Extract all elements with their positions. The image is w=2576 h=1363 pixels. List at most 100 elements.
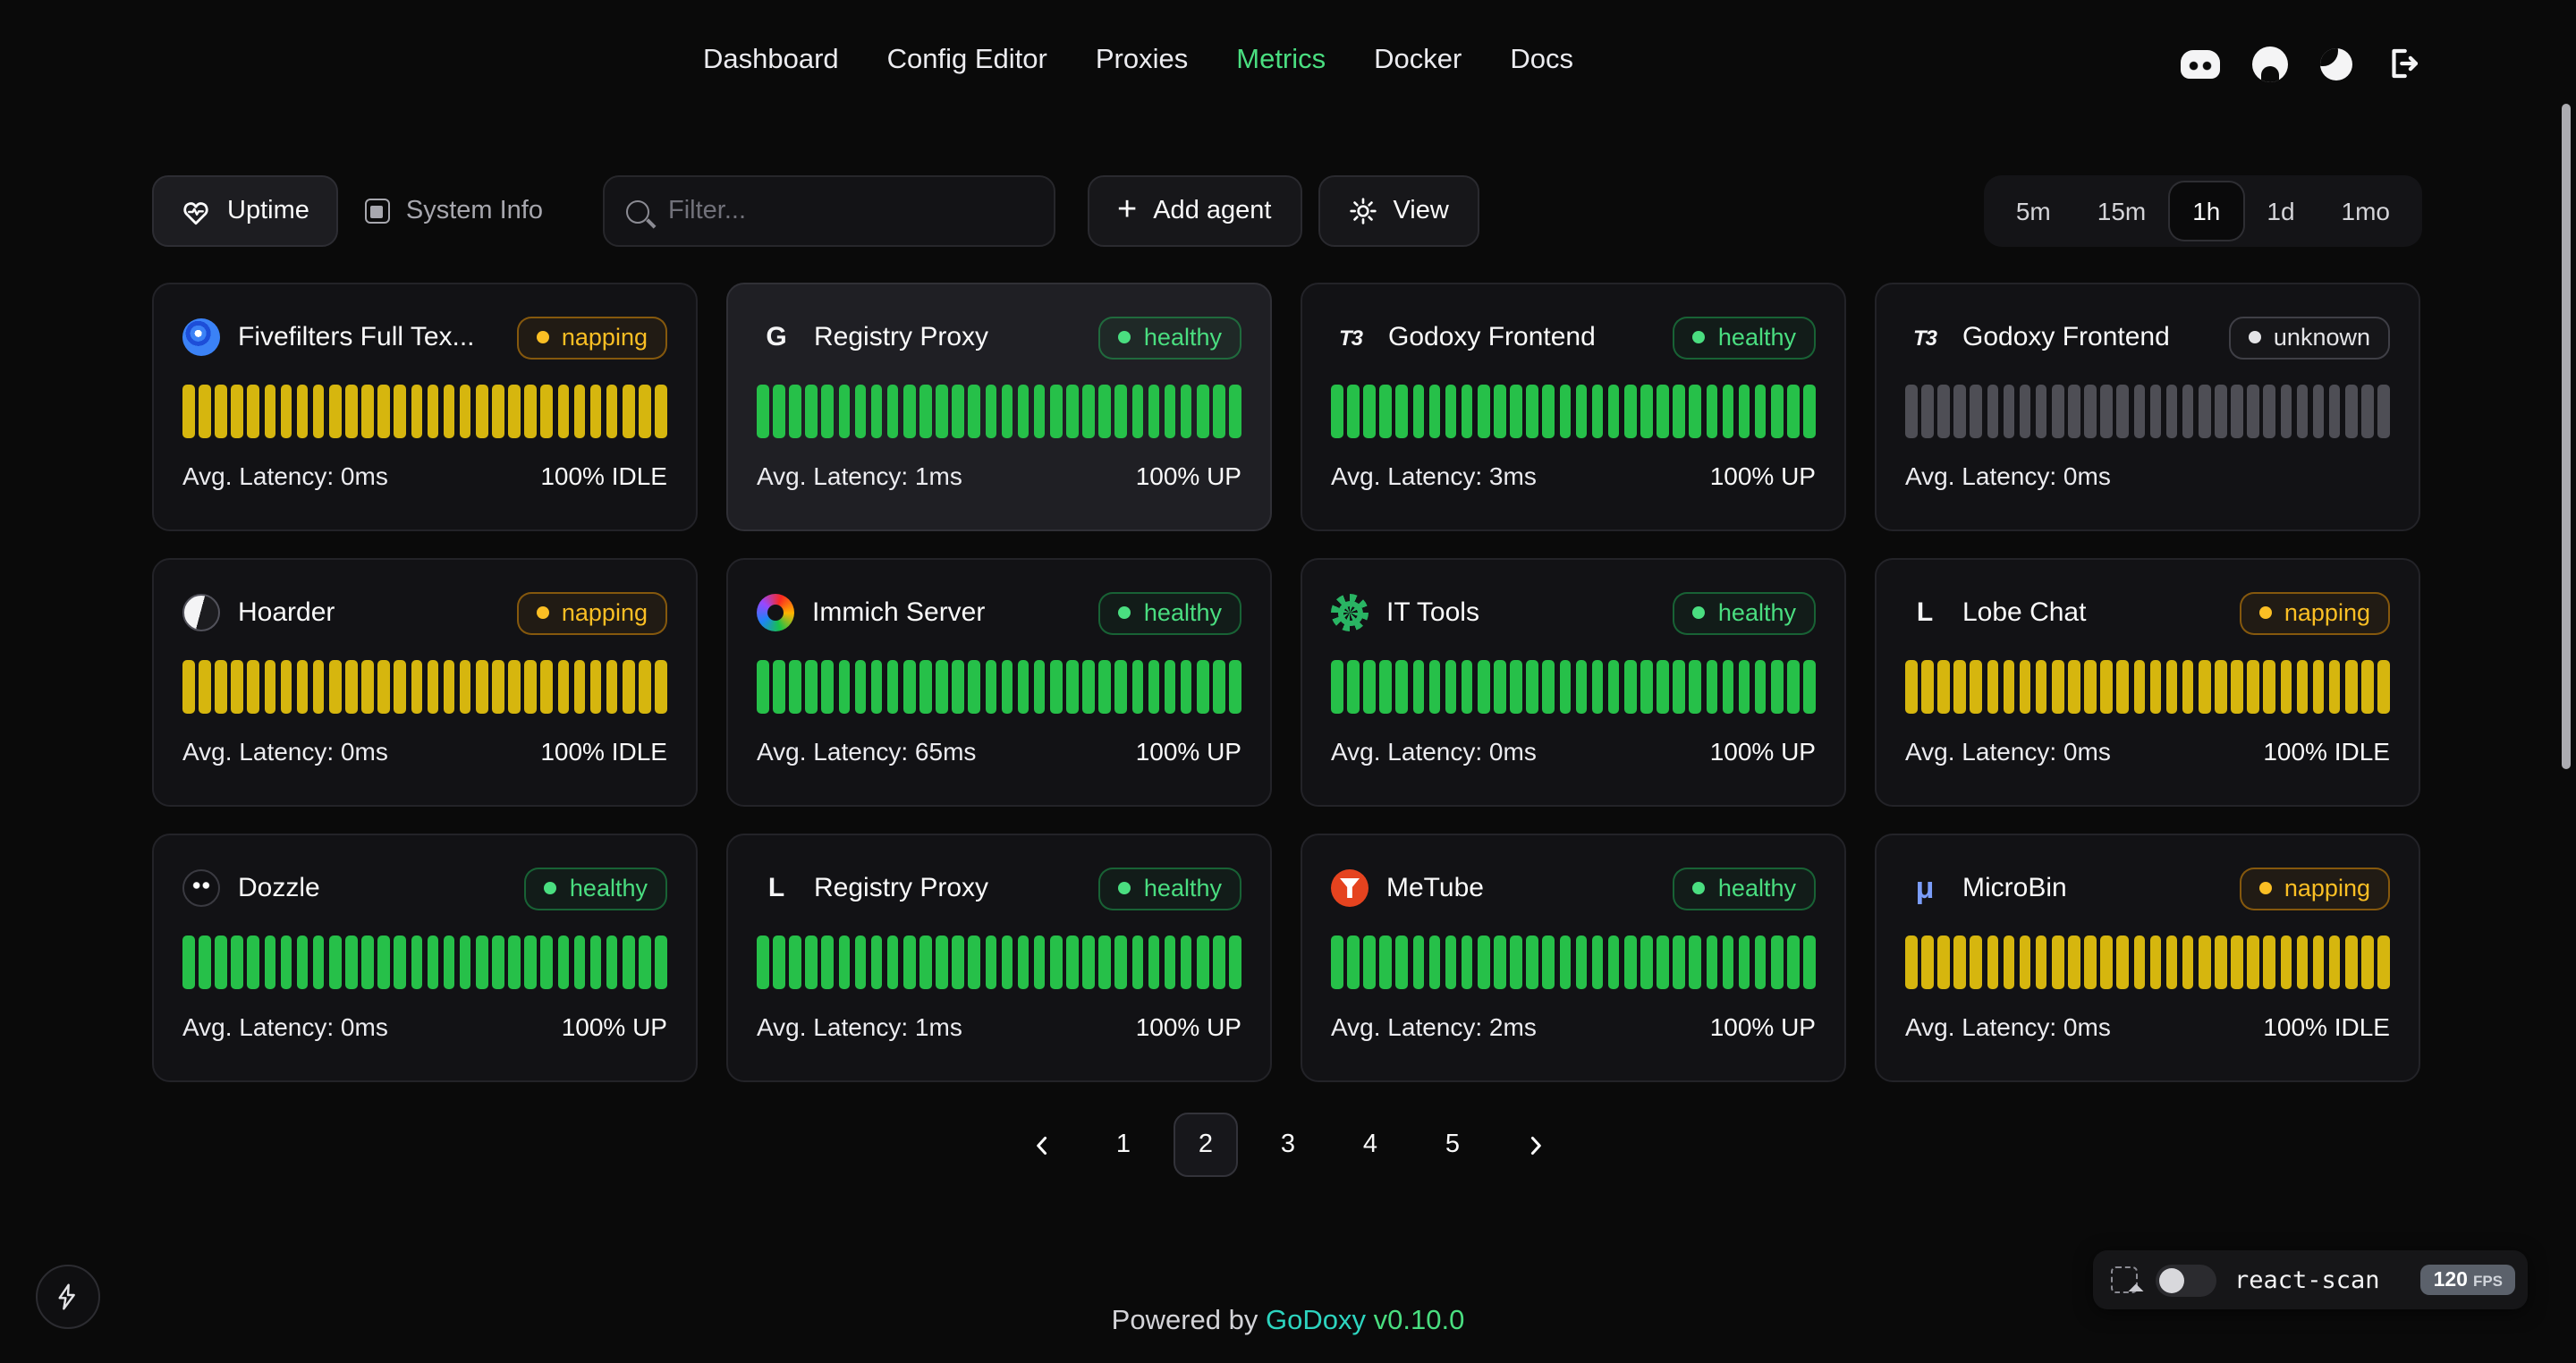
service-card-registry-proxy-1[interactable]: G Registry Proxy healthy Avg. Latency: 1… — [726, 283, 1272, 531]
card-footer: Avg. Latency: 65ms 100% UP — [757, 737, 1241, 766]
uptime-bar — [1787, 660, 1799, 714]
godoxy-link[interactable]: GoDoxy — [1266, 1306, 1366, 1336]
uptime-bar — [806, 385, 818, 438]
logout-icon[interactable] — [2385, 45, 2422, 82]
uptime-bar — [232, 935, 243, 989]
status-dot-icon — [537, 605, 549, 618]
react-scan-toggle[interactable] — [2156, 1264, 2216, 1296]
service-card-dozzle[interactable]: Dozzle healthy Avg. Latency: 0ms 100% UP — [152, 834, 698, 1082]
service-card-immich-server[interactable]: Immich Server healthy Avg. Latency: 65ms… — [726, 558, 1272, 807]
uptime-bar — [806, 935, 818, 989]
uptime-bar — [953, 935, 964, 989]
service-card-it-tools[interactable]: IT Tools healthy Avg. Latency: 0ms 100% … — [1301, 558, 1846, 807]
service-card-microbin[interactable]: μ MicroBin napping Avg. Latency: 0ms 100… — [1875, 834, 2420, 1082]
service-card-metube[interactable]: MeTube healthy Avg. Latency: 2ms 100% UP — [1301, 834, 1846, 1082]
uptime-bar — [1937, 660, 1949, 714]
uptime-bar — [1559, 660, 1571, 714]
service-card-hoarder[interactable]: Hoarder napping Avg. Latency: 0ms 100% I… — [152, 558, 698, 807]
service-card-fivefilters[interactable]: Fivefilters Full Tex... napping Avg. Lat… — [152, 283, 698, 531]
version-link[interactable]: v0.10.0 — [1374, 1306, 1465, 1336]
dark-mode-icon[interactable] — [2320, 47, 2352, 80]
discord-icon[interactable] — [2181, 49, 2220, 78]
time-range-15m[interactable]: 15m — [2074, 182, 2169, 240]
uptime-bar — [1164, 935, 1175, 989]
fps-badge: 120FPS — [2421, 1265, 2515, 1295]
github-icon[interactable] — [2252, 46, 2288, 81]
service-card-godoxy-frontend-2[interactable]: T3 Godoxy Frontend unknown Avg. Latency:… — [1875, 283, 2420, 531]
page-button-4[interactable]: 4 — [1338, 1113, 1402, 1177]
time-range-1mo[interactable]: 1mo — [2318, 182, 2413, 240]
nav-docs[interactable]: Docs — [1510, 45, 1573, 77]
uptime-bar — [427, 660, 438, 714]
time-range-5m[interactable]: 5m — [1993, 182, 2074, 240]
uptime-bar — [1640, 385, 1652, 438]
uptime-bar — [1478, 935, 1489, 989]
inspect-icon[interactable] — [2111, 1266, 2138, 1293]
filter-field[interactable] — [602, 175, 1055, 247]
plus-icon: + — [1117, 192, 1137, 226]
page-button-2[interactable]: 2 — [1174, 1113, 1238, 1177]
uptime-bar — [573, 660, 585, 714]
uptime-bar — [1050, 385, 1062, 438]
nav-config-editor[interactable]: Config Editor — [887, 45, 1047, 77]
service-card-registry-proxy-2[interactable]: L Registry Proxy healthy Avg. Latency: 1… — [726, 834, 1272, 1082]
uptime-bar — [1970, 385, 1982, 438]
nav-docker[interactable]: Docker — [1374, 45, 1462, 77]
uptime-bar — [1575, 660, 1587, 714]
add-agent-button[interactable]: + Add agent — [1087, 175, 1301, 247]
uptime-bar — [2182, 935, 2194, 989]
service-card-lobe-chat[interactable]: L Lobe Chat napping Avg. Latency: 0ms 10… — [1875, 558, 2420, 807]
uptime-bar — [215, 935, 226, 989]
quick-actions-button[interactable] — [36, 1265, 100, 1329]
page-button-3[interactable]: 3 — [1256, 1113, 1320, 1177]
uptime-bar — [2003, 385, 2014, 438]
pagination: 1 2 3 4 5 — [0, 1113, 2576, 1177]
time-range-1h[interactable]: 1h — [2169, 182, 2243, 240]
uptime-bar — [492, 660, 504, 714]
uptime-bar — [297, 385, 309, 438]
status-text: napping — [2284, 598, 2370, 625]
uptime-bar — [508, 385, 520, 438]
card-header: MeTube healthy — [1331, 862, 1816, 914]
uptime-bar — [508, 935, 520, 989]
uptime-bar — [1197, 385, 1208, 438]
uptime-bar — [1937, 935, 1949, 989]
uptime-bar — [757, 660, 768, 714]
uptime-bar — [1412, 385, 1424, 438]
uptime-bar — [1987, 385, 1998, 438]
next-page-button[interactable] — [1503, 1113, 1567, 1177]
uptime-bar — [639, 385, 650, 438]
nav-dashboard[interactable]: Dashboard — [703, 45, 839, 77]
page-button-5[interactable]: 5 — [1420, 1113, 1485, 1177]
uptime-percent: 100% IDLE — [2263, 1012, 2390, 1041]
nav-proxies[interactable]: Proxies — [1096, 45, 1188, 77]
time-range-1d[interactable]: 1d — [2243, 182, 2318, 240]
uptime-bar — [280, 660, 292, 714]
uptime-bar — [280, 385, 292, 438]
uptime-bars — [1905, 935, 2390, 989]
nav-metrics[interactable]: Metrics — [1236, 45, 1326, 77]
status-text: healthy — [1144, 874, 1222, 901]
filter-input[interactable] — [665, 195, 1031, 227]
service-card-godoxy-frontend-1[interactable]: T3 Godoxy Frontend healthy Avg. Latency:… — [1301, 283, 1846, 531]
uptime-bar — [1018, 660, 1030, 714]
page-button-1[interactable]: 1 — [1091, 1113, 1156, 1177]
uptime-bar — [1510, 935, 1521, 989]
card-footer: Avg. Latency: 0ms 100% UP — [1331, 737, 1816, 766]
view-button[interactable]: View — [1318, 175, 1479, 247]
card-header: L Registry Proxy healthy — [757, 862, 1241, 914]
uptime-bar — [394, 660, 406, 714]
uptime-bar — [2052, 385, 2063, 438]
uptime-bar — [1131, 660, 1143, 714]
uptime-bar — [838, 660, 850, 714]
prev-page-button[interactable] — [1009, 1113, 1073, 1177]
uptime-bar — [1131, 935, 1143, 989]
scrollbar-thumb[interactable] — [2562, 104, 2571, 769]
uptime-bar — [2312, 385, 2324, 438]
uptime-bar — [589, 935, 601, 989]
uptime-bar — [444, 660, 455, 714]
status-text: napping — [2284, 874, 2370, 901]
tab-uptime[interactable]: Uptime — [152, 175, 338, 247]
tab-system-info[interactable]: System Info — [338, 175, 570, 247]
uptime-bar — [1771, 935, 1783, 989]
